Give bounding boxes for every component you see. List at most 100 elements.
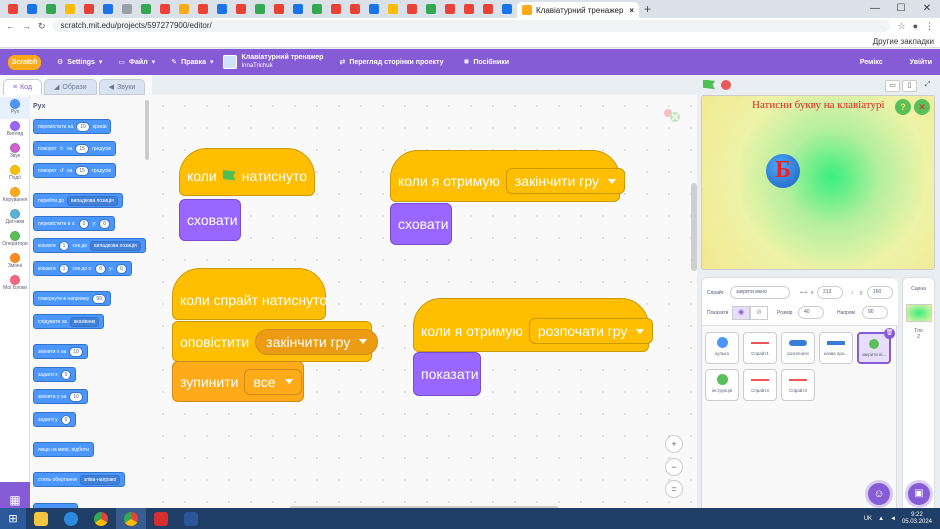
hat-when-flag-clicked[interactable]: коли натиснуто [179, 148, 315, 196]
hat-when-i-receive[interactable]: коли я отримую закінчити гру [390, 150, 626, 202]
close-tab-icon[interactable]: × [629, 6, 634, 15]
reload-icon[interactable]: ↻ [38, 21, 46, 32]
close-window-icon[interactable]: ✕ [914, 0, 940, 18]
block-show[interactable]: показати [413, 352, 481, 396]
y-input[interactable]: 0 [99, 218, 111, 229]
secs-input[interactable]: 1 [58, 263, 70, 274]
browser-tab[interactable] [460, 2, 477, 16]
browser-tab[interactable] [422, 2, 439, 16]
block-hide[interactable]: сховати [390, 203, 452, 245]
start-button[interactable]: ⊞ [0, 508, 26, 529]
category-sensing[interactable]: Датчики [0, 207, 30, 229]
block-point-towards[interactable]: слідувати за вказівник [33, 314, 105, 329]
block-glide-to[interactable]: ковзати 1 сек до випадкова позиція [33, 238, 146, 253]
network-icon[interactable]: ▲ [878, 516, 884, 522]
category-myblocks[interactable]: Мої Блоки [0, 273, 30, 295]
category-motion[interactable]: Рух [0, 97, 30, 119]
y-input[interactable]: 160 [867, 286, 893, 299]
new-tab-icon[interactable]: + [644, 2, 651, 16]
project-title-area[interactable]: Клавіатурний тренажер InnaTrichuk [223, 54, 323, 70]
block-turn-right[interactable]: поворот ↻ на 15 градусів [33, 141, 116, 156]
broadcast-dropdown[interactable]: закінчити гру [255, 328, 379, 355]
stop-dropdown[interactable]: все [244, 368, 302, 395]
browser-tab[interactable] [4, 2, 21, 16]
browser-tab[interactable] [289, 2, 306, 16]
stage[interactable]: Натисни букву на клавіатурі ? ✕ Б [701, 95, 935, 270]
signin-button[interactable]: Увійти [910, 59, 932, 66]
direction-input[interactable]: 90 [92, 293, 106, 304]
browser-tab[interactable] [156, 2, 173, 16]
code-canvas[interactable]: коли натиснуто сховати коли я отримую зак… [152, 95, 697, 517]
sprite-card[interactable]: кулька [705, 332, 739, 364]
taskbar-word[interactable] [176, 508, 206, 529]
y-input[interactable]: 0 [60, 414, 72, 425]
browser-menu-icon[interactable]: ⋮ [925, 21, 934, 32]
other-bookmarks[interactable]: Другие закладки [873, 37, 934, 46]
goto-dropdown[interactable]: випадкова позиція [67, 195, 118, 206]
browser-tab[interactable] [498, 2, 515, 16]
sprite-name-input[interactable]: закрити вікно [730, 286, 790, 299]
browser-tab-active[interactable]: Клавіатурний тренажер on Scratch × [517, 2, 639, 18]
back-icon[interactable]: ← [6, 21, 15, 31]
browser-tab[interactable] [365, 2, 382, 16]
browser-tab[interactable] [118, 2, 135, 16]
browser-tab[interactable] [175, 2, 192, 16]
size-input[interactable]: 40 [798, 306, 824, 319]
taskbar-acrobat[interactable] [146, 508, 176, 529]
browser-tab[interactable] [42, 2, 59, 16]
block-set-y[interactable]: задати у0 [33, 412, 77, 427]
y-input[interactable]: 0 [115, 263, 127, 274]
tab-sounds[interactable]: ◀ Звуки [98, 79, 146, 95]
fullscreen-icon[interactable]: ⤢ [920, 80, 935, 92]
volume-icon[interactable]: ◄ [890, 516, 896, 522]
x-input[interactable]: 0 [95, 263, 107, 274]
green-flag-button[interactable] [703, 79, 715, 90]
browser-tab[interactable] [270, 2, 287, 16]
remix-button[interactable]: Ремікс [860, 59, 883, 66]
sprite-card[interactable]: назва про... [819, 332, 853, 364]
large-stage-icon[interactable]: ▯ [902, 80, 917, 92]
sprite-card[interactable]: інструкція [705, 369, 739, 401]
browser-tab[interactable] [384, 2, 401, 16]
zoom-out-button[interactable]: − [665, 458, 683, 476]
browser-tab[interactable] [232, 2, 249, 16]
add-backdrop-button[interactable]: ▣ [908, 483, 930, 505]
category-sound[interactable]: Звук [0, 141, 30, 163]
dx-input[interactable]: 10 [69, 346, 83, 357]
palette-scrollbar[interactable] [145, 100, 149, 160]
minimize-icon[interactable]: — [862, 0, 888, 18]
stage-selector[interactable]: Сцена Тло 2 ▣ [902, 277, 935, 517]
small-stage-icon[interactable]: ▭ [885, 80, 900, 92]
block-change-x[interactable]: змінити x на 10 [33, 344, 88, 359]
maximize-icon[interactable]: ☐ [888, 0, 914, 18]
block-bounce[interactable]: якщо на межі, відбити [33, 442, 94, 457]
close-sprite-icon[interactable]: ✕ [914, 99, 930, 115]
block-stop[interactable]: зупинити все [172, 361, 304, 402]
dy-input[interactable]: 10 [69, 391, 83, 402]
taskbar-explorer[interactable] [26, 508, 56, 529]
browser-tab[interactable] [137, 2, 154, 16]
sprite-card[interactable]: розпочати [781, 332, 815, 364]
x-input[interactable]: 213 [817, 286, 843, 299]
category-control[interactable]: Керування [0, 185, 30, 207]
block-goto-xy[interactable]: перемістити в x: 0 y: 0 [33, 216, 116, 231]
block-broadcast[interactable]: оповістити закінчити гру [172, 321, 379, 362]
degrees-input[interactable]: 15 [75, 143, 89, 154]
browser-tab[interactable] [346, 2, 363, 16]
show-eye-icon[interactable]: ◉ [732, 306, 750, 320]
block-point-direction[interactable]: повернути в напрямку 90 [33, 291, 111, 306]
scratch-logo[interactable]: Scratch [8, 54, 41, 70]
steps-input[interactable]: 10 [76, 121, 90, 132]
see-project-page-button[interactable]: ⇄ Перегляд сторінки проекту [339, 58, 443, 67]
url-field[interactable]: scratch.mit.edu/projects/597277900/edito… [52, 20, 891, 32]
tab-costumes[interactable]: ◢ Образи [44, 79, 97, 95]
help-sprite-icon[interactable]: ? [895, 99, 911, 115]
x-input[interactable]: 0 [78, 218, 90, 229]
block-set-x[interactable]: задати x0 [33, 367, 77, 382]
direction-input[interactable]: 90 [862, 306, 888, 319]
block-rotation-style[interactable]: стиль обертання зліва-направо [33, 472, 126, 487]
secs-input[interactable]: 1 [58, 240, 70, 251]
clock[interactable]: 9:22 05.03.2024 [902, 512, 932, 526]
sprite-card[interactable]: Спрайт3 [743, 369, 777, 401]
message-dropdown[interactable]: розпочати гру [528, 318, 654, 344]
